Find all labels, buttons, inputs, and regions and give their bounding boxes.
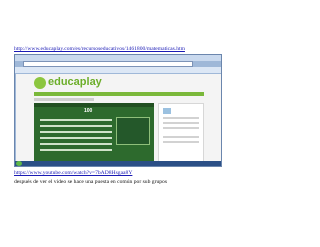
site-logo: educaplay (34, 75, 124, 91)
sidebar-line (163, 127, 199, 129)
embedded-screenshot: educaplay 100 (14, 54, 222, 167)
question-line (40, 149, 112, 151)
browser-toolbar (15, 67, 221, 73)
breadcrumb (34, 98, 94, 101)
sidebar-line (163, 122, 199, 124)
game-header (34, 103, 154, 107)
site-nav-bar (34, 92, 204, 96)
question-line (40, 131, 112, 133)
top-link[interactable]: http://www.educaplay.com/es/recursoseduc… (14, 46, 185, 52)
taskbar (15, 161, 221, 166)
question-line (40, 137, 112, 139)
game-panel: 100 (34, 103, 154, 165)
question-line (40, 119, 112, 121)
bottom-link[interactable]: https://www.youtube.com/watch?v=7bAD8Hsg… (14, 170, 132, 176)
caption-text: después de ver el video se hace una pues… (14, 179, 168, 185)
logo-text: educaplay (48, 76, 102, 88)
game-side-box (116, 117, 150, 145)
sidebar-thumbnail (163, 108, 171, 114)
question-lines (40, 119, 112, 155)
sidebar-line (163, 141, 199, 143)
question-line (40, 143, 112, 145)
game-score: 100 (84, 108, 93, 114)
sidebar-line (163, 136, 199, 138)
start-button-icon (16, 161, 22, 166)
logo-mark-icon (34, 77, 46, 89)
sidebar-line (163, 117, 199, 119)
page-sidebar (158, 103, 204, 165)
question-line (40, 125, 112, 127)
web-page: educaplay 100 (16, 74, 221, 166)
